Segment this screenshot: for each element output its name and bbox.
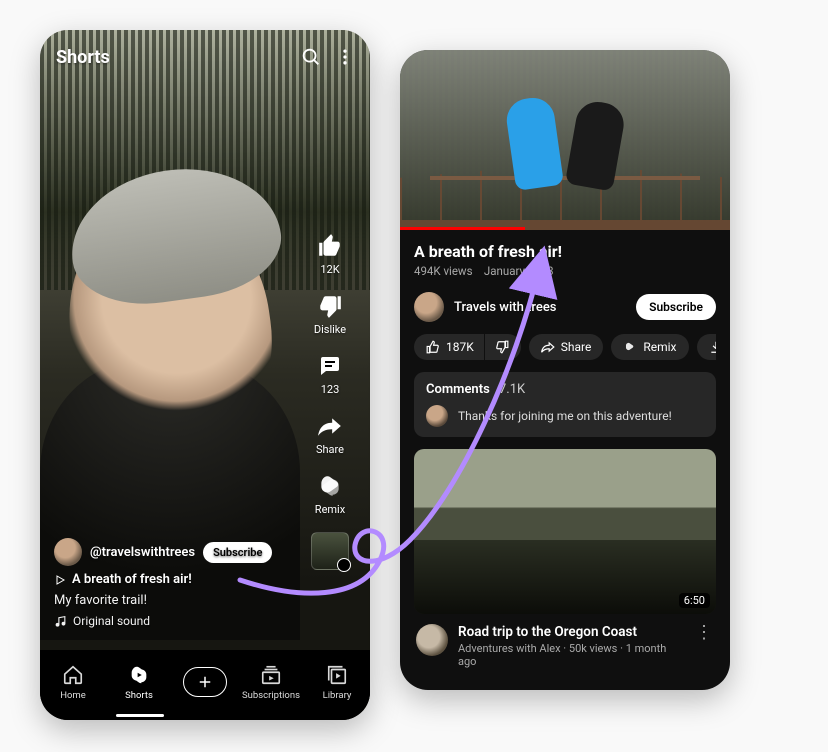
comment-count: 123 xyxy=(321,383,340,396)
more-vert-icon[interactable] xyxy=(332,44,358,70)
sound-label: Original sound xyxy=(73,614,150,628)
sound-thumbnail[interactable] xyxy=(311,532,349,570)
share-button[interactable]: Share xyxy=(316,412,344,456)
remix-icon xyxy=(623,340,637,354)
shorts-icon xyxy=(127,663,151,687)
comment-icon xyxy=(316,352,344,380)
download-icon xyxy=(709,340,716,354)
top-comment-text: Thanks for joining me on this adventure! xyxy=(458,409,672,423)
rec-title: Road trip to the Oregon Coast xyxy=(458,624,684,640)
search-icon[interactable] xyxy=(298,44,324,70)
shorts-caption: My favorite trail! xyxy=(54,593,290,608)
nav-subs-label: Subscriptions xyxy=(242,690,300,701)
home-icon xyxy=(61,663,85,687)
comments-label: Comments xyxy=(426,382,490,397)
sound-row[interactable]: Original sound xyxy=(54,614,290,628)
comment-avatar xyxy=(426,405,448,427)
watch-meta: 494K views January 2023 xyxy=(414,264,716,278)
chip-like[interactable]: 187K xyxy=(414,334,484,360)
share-label: Share xyxy=(316,443,344,456)
watch-page-phone: A breath of fresh air! 494K views Januar… xyxy=(400,50,730,690)
rec-channel-avatar[interactable] xyxy=(416,624,448,656)
channel-avatar[interactable] xyxy=(54,538,82,566)
music-note-icon xyxy=(54,615,67,628)
more-vert-icon[interactable]: ⋮ xyxy=(694,624,714,668)
play-outline-icon xyxy=(54,574,66,586)
chip-share-label: Share xyxy=(561,340,592,354)
nav-active-indicator xyxy=(116,714,164,717)
thumbs-up-icon xyxy=(316,232,344,260)
nav-create[interactable] xyxy=(175,667,235,697)
rec-duration: 6:50 xyxy=(679,593,710,608)
shorts-video-title[interactable]: A breath of fresh air! xyxy=(72,572,192,587)
like-count: 12K xyxy=(320,263,339,276)
bottom-nav: Home Shorts Subscriptions Library xyxy=(40,650,370,720)
like-button[interactable]: 12K xyxy=(316,232,344,276)
plus-circle-icon xyxy=(183,667,227,697)
channel-handle[interactable]: @travelswithtrees xyxy=(90,545,195,560)
comments-count: 7.1K xyxy=(499,382,525,397)
watch-date: January 2023 xyxy=(484,264,554,278)
remix-label: Remix xyxy=(315,503,345,516)
watch-subscribe-button[interactable]: Subscribe xyxy=(636,294,716,320)
nav-library-label: Library xyxy=(323,690,352,701)
dislike-label: Dislike xyxy=(314,323,346,336)
nav-home-label: Home xyxy=(60,690,86,701)
watch-channel-avatar[interactable] xyxy=(414,292,444,322)
chip-dislike[interactable] xyxy=(485,334,521,360)
share-icon xyxy=(541,340,555,354)
chip-download[interactable]: Down xyxy=(697,334,716,360)
video-player-area[interactable] xyxy=(400,50,730,230)
nav-library[interactable]: Library xyxy=(307,663,367,701)
nav-home[interactable]: Home xyxy=(43,663,103,701)
watch-title[interactable]: A breath of fresh air! xyxy=(414,242,716,261)
comments-button[interactable]: 123 xyxy=(316,352,344,396)
progress-bar[interactable] xyxy=(400,227,525,230)
watch-channel-name[interactable]: Travels with trees xyxy=(454,300,626,315)
rec-views: 50k views xyxy=(569,642,617,655)
shorts-heading: Shorts xyxy=(56,47,290,68)
chip-remix[interactable]: Remix xyxy=(611,334,688,360)
rec-subtitle: Adventures with Alex · 50k views · 1 mon… xyxy=(458,642,684,668)
nav-shorts-label: Shorts xyxy=(125,690,153,701)
rec-thumbnail[interactable]: 6:50 xyxy=(414,449,716,614)
chip-remix-label: Remix xyxy=(643,340,676,354)
remix-button[interactable]: Remix xyxy=(315,472,345,516)
recommendation-card[interactable]: 6:50 Road trip to the Oregon Coast Adven… xyxy=(414,449,716,678)
subscriptions-icon xyxy=(259,663,283,687)
comments-box[interactable]: Comments 7.1K Thanks for joining me on t… xyxy=(414,372,716,437)
rec-channel: Adventures with Alex xyxy=(458,642,561,655)
subscribe-button[interactable]: Subscribe xyxy=(203,542,272,563)
action-chip-row: 187K Share Remix Down xyxy=(414,334,716,360)
chip-share[interactable]: Share xyxy=(529,334,604,360)
chip-like-count: 187K xyxy=(446,340,474,354)
thumbs-down-icon xyxy=(316,292,344,320)
library-icon xyxy=(325,663,349,687)
dislike-button[interactable]: Dislike xyxy=(314,292,346,336)
nav-subscriptions[interactable]: Subscriptions xyxy=(241,663,301,701)
share-icon xyxy=(316,412,344,440)
thumbs-down-icon xyxy=(495,340,509,354)
remix-icon xyxy=(316,472,344,500)
shorts-player-phone: Shorts 12K Dislike 123 xyxy=(40,30,370,720)
watch-views: 494K views xyxy=(414,264,473,278)
thumbs-up-icon xyxy=(426,340,440,354)
nav-shorts[interactable]: Shorts xyxy=(109,663,169,701)
